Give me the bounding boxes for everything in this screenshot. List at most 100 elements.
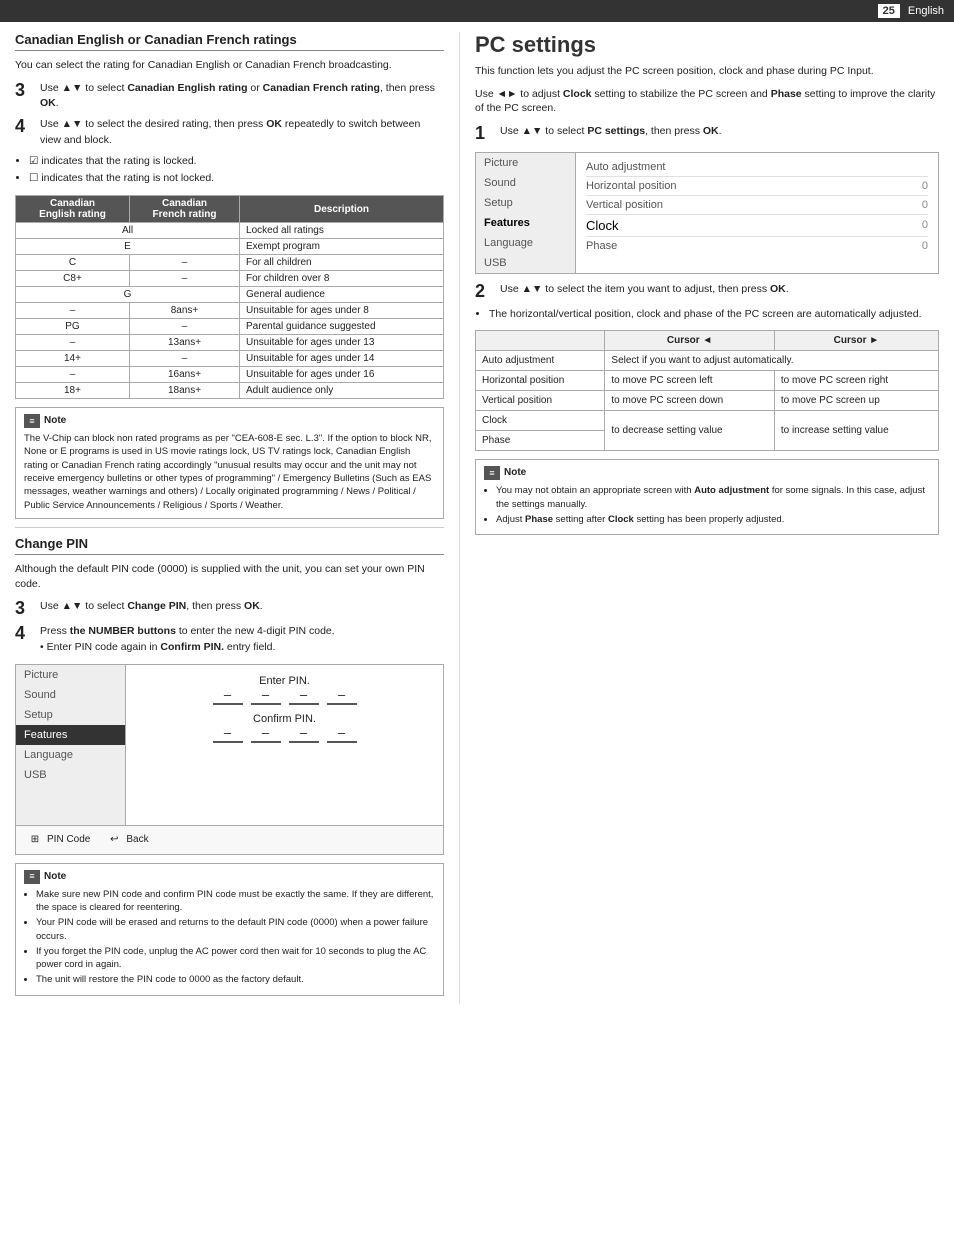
rating-cell-french: 16ans+ bbox=[129, 367, 239, 383]
rating-cell-desc: Unsuitable for ages under 16 bbox=[240, 367, 444, 383]
adj-auto-desc: Select if you want to adjust automatical… bbox=[605, 351, 939, 371]
step-4: 4 Use ▲▼ to select the desired rating, t… bbox=[15, 117, 444, 149]
step-3b: 3 Use ▲▼ to select Change PIN, then pres… bbox=[15, 599, 444, 619]
note2-bullet-0: Make sure new PIN code and confirm PIN c… bbox=[36, 888, 435, 915]
pc-sidebar-item-language[interactable]: Language bbox=[476, 233, 575, 253]
pin-sidebar-item-sound[interactable]: Sound bbox=[16, 685, 125, 705]
rating-table-row: EExempt program bbox=[16, 239, 444, 255]
confirm-pin-row: Confirm PIN. – – – – bbox=[141, 713, 428, 743]
pc-menu-value-1: 0 bbox=[746, 180, 928, 192]
pin-sidebar-item-features[interactable]: Features bbox=[16, 725, 125, 745]
confirm-dash-4: – bbox=[327, 725, 357, 743]
rating-table-row: 14+–Unsuitable for ages under 14 bbox=[16, 351, 444, 367]
pin-dash-3: – bbox=[289, 687, 319, 705]
adj-col-cursor-right: Cursor ► bbox=[774, 331, 938, 351]
pin-sidebar-item-setup[interactable]: Setup bbox=[16, 705, 125, 725]
adj-label-vert: Vertical position bbox=[476, 391, 605, 411]
back-icon: ↩ bbox=[105, 831, 123, 849]
page-number: 25 bbox=[878, 4, 900, 18]
pc-menu-row-2: Vertical position0 bbox=[586, 196, 928, 215]
enter-pin-label: Enter PIN. bbox=[141, 675, 428, 687]
pc-menu-sidebar: PictureSoundSetupFeaturesLanguageUSB bbox=[476, 153, 576, 273]
note-1-header: ≡ Note bbox=[24, 414, 435, 428]
rating-cell-english: C8+ bbox=[16, 271, 130, 287]
pc-sidebar-item-features[interactable]: Features bbox=[476, 213, 575, 233]
pc-sidebar-item-setup[interactable]: Setup bbox=[476, 193, 575, 213]
pc-step-2-number: 2 bbox=[475, 282, 495, 302]
pc-menu-row-3: Clock0 bbox=[586, 215, 928, 237]
left-column: Canadian English or Canadian French rati… bbox=[0, 32, 460, 1004]
pin-menu-content: Enter PIN. – – – – Confirm PIN. bbox=[126, 665, 443, 825]
col-header-2: CanadianFrench rating bbox=[129, 196, 239, 223]
divider-1 bbox=[15, 527, 444, 528]
adj-label-auto: Auto adjustment bbox=[476, 351, 605, 371]
adj-vert-left: to move PC screen down bbox=[605, 391, 774, 411]
adj-horiz-left: to move PC screen left bbox=[605, 371, 774, 391]
pin-dash-2: – bbox=[251, 687, 281, 705]
adj-label-phase: Phase bbox=[476, 431, 605, 451]
note-2-label: Note bbox=[44, 870, 66, 884]
pc-menu-row-4: Phase0 bbox=[586, 237, 928, 255]
confirm-dash-3: – bbox=[289, 725, 319, 743]
rating-cell-french: 18ans+ bbox=[129, 383, 239, 399]
adj-clock-right: to increase setting value bbox=[774, 411, 938, 451]
rating-cell-desc: Locked all ratings bbox=[240, 223, 444, 239]
rating-table-row: C–For all children bbox=[16, 255, 444, 271]
pc-menu-label-2: Vertical position bbox=[586, 199, 746, 211]
rating-cell-desc: Unsuitable for ages under 8 bbox=[240, 303, 444, 319]
bullet-unlocked: ☐ indicates that the rating is not locke… bbox=[29, 171, 444, 187]
rating-cell-merged: E bbox=[16, 239, 240, 255]
pc-menu-label-1: Horizontal position bbox=[586, 180, 746, 192]
pc-menu-row-0: Auto adjustment bbox=[586, 158, 928, 177]
main-content: Canadian English or Canadian French rati… bbox=[0, 22, 954, 1004]
pc-step-1-number: 1 bbox=[475, 124, 495, 144]
pc-step-2-text: Use ▲▼ to select the item you want to ad… bbox=[500, 282, 789, 298]
note2-bullet-3: The unit will restore the PIN code to 00… bbox=[36, 973, 435, 986]
pin-sidebar-item-language[interactable]: Language bbox=[16, 745, 125, 765]
rating-cell-french: 13ans+ bbox=[129, 335, 239, 351]
rating-cell-english: 18+ bbox=[16, 383, 130, 399]
rating-cell-desc: Unsuitable for ages under 13 bbox=[240, 335, 444, 351]
note-right-label: Note bbox=[504, 466, 526, 480]
pin-dash-1: – bbox=[213, 687, 243, 705]
rating-cell-desc: For all children bbox=[240, 255, 444, 271]
adj-col-cursor-left: Cursor ◄ bbox=[605, 331, 774, 351]
pc-menu-value-2: 0 bbox=[746, 199, 928, 211]
pc-sidebar-item-picture[interactable]: Picture bbox=[476, 153, 575, 173]
rating-cell-desc: Unsuitable for ages under 14 bbox=[240, 351, 444, 367]
rating-cell-merged: All bbox=[16, 223, 240, 239]
pc-sidebar-item-usb[interactable]: USB bbox=[476, 253, 575, 273]
note-icon-right: ≡ bbox=[484, 466, 500, 480]
note-right-bullet-1: Adjust Phase setting after Clock setting… bbox=[496, 513, 930, 526]
pc-intro-2: Use ◄► to adjust Clock setting to stabil… bbox=[475, 87, 939, 116]
note2-bullet-1: Your PIN code will be erased and returns… bbox=[36, 916, 435, 943]
rating-cell-french: – bbox=[129, 351, 239, 367]
pc-menu-label-3: Clock bbox=[586, 218, 746, 233]
pin-menu-footer: ⊞ PIN Code ↩ Back bbox=[16, 825, 443, 854]
rating-cell-french: – bbox=[129, 255, 239, 271]
col-header-1: CanadianEnglish rating bbox=[16, 196, 130, 223]
note-2-list: Make sure new PIN code and confirm PIN c… bbox=[24, 888, 435, 987]
enter-pin-row: Enter PIN. – – – – bbox=[141, 675, 428, 705]
adj-clock-left: to decrease setting value bbox=[605, 411, 774, 451]
rating-cell-english: PG bbox=[16, 319, 130, 335]
pc-menu-value-4: 0 bbox=[746, 240, 928, 252]
pin-code-label: PIN Code bbox=[47, 834, 90, 845]
section2-intro: Although the default PIN code (0000) is … bbox=[15, 562, 444, 591]
step-4-number: 4 bbox=[15, 117, 35, 137]
language-label: English bbox=[908, 5, 944, 17]
pc-menu-inner: PictureSoundSetupFeaturesLanguageUSB Aut… bbox=[476, 153, 938, 273]
pc-sidebar-item-sound[interactable]: Sound bbox=[476, 173, 575, 193]
step-3-text: Use ▲▼ to select Canadian English rating… bbox=[40, 81, 444, 113]
adj-table: Cursor ◄ Cursor ► Auto adjustment Select… bbox=[475, 330, 939, 451]
pc-menu-row-1: Horizontal position0 bbox=[586, 177, 928, 196]
pin-sidebar-item-picture[interactable]: Picture bbox=[16, 665, 125, 685]
pc-intro-1: This function lets you adjust the PC scr… bbox=[475, 64, 939, 79]
step-4b-text: Press the NUMBER buttons to enter the ne… bbox=[40, 624, 335, 656]
pin-sidebar-item-usb[interactable]: USB bbox=[16, 765, 125, 785]
pc-menu-mock: PictureSoundSetupFeaturesLanguageUSB Aut… bbox=[475, 152, 939, 274]
note-1-label: Note bbox=[44, 414, 66, 428]
adj-row-clock: Clock to decrease setting value to incre… bbox=[476, 411, 939, 431]
rating-cell-french: 8ans+ bbox=[129, 303, 239, 319]
pc-step-1: 1 Use ▲▼ to select PC settings, then pre… bbox=[475, 124, 939, 144]
